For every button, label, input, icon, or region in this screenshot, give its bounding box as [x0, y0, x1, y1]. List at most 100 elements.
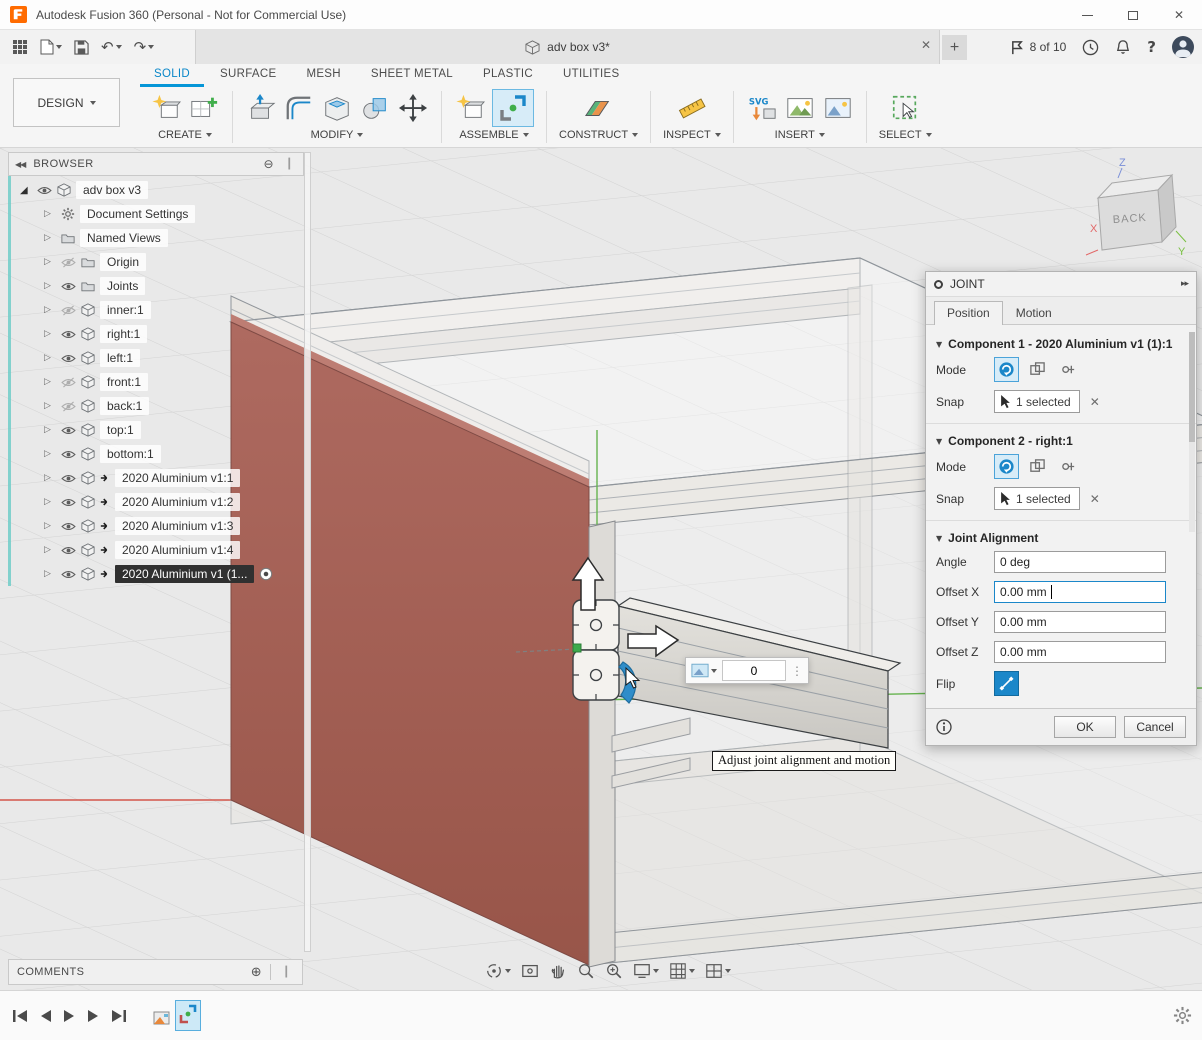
zoom-tool[interactable]	[575, 960, 597, 982]
visibility-on-icon[interactable]	[61, 497, 76, 508]
visibility-on-icon[interactable]	[61, 545, 76, 556]
document-tab[interactable]: adv box v3* ✕	[195, 30, 940, 64]
browser-item-top-1[interactable]: ▷ top:1	[8, 418, 304, 442]
app-grid-icon[interactable]	[8, 36, 32, 58]
component1-section[interactable]: ▼ Component 1 - 2020 Aluminium v1 (1):1	[926, 331, 1196, 353]
mode-simple-button[interactable]	[994, 357, 1019, 382]
new-component-button[interactable]	[150, 92, 182, 124]
joint-offset-inline-input[interactable]	[722, 660, 786, 681]
mode-snap-button[interactable]	[1056, 357, 1081, 382]
browser-item-label[interactable]: Document Settings	[80, 205, 195, 223]
browser-item-label[interactable]: right:1	[100, 325, 147, 343]
twisty-icon[interactable]: ▷	[44, 569, 56, 579]
select-menu[interactable]: SELECT	[879, 129, 932, 141]
twisty-icon[interactable]: ▷	[44, 209, 56, 219]
browser-item-label[interactable]: Joints	[100, 277, 145, 295]
dialog-expand-icon[interactable]: ▸▸	[1181, 279, 1188, 289]
assemble-new-component-button[interactable]	[454, 92, 486, 124]
select-button[interactable]	[889, 92, 921, 124]
visibility-on-icon[interactable]	[61, 281, 76, 292]
ok-button[interactable]: OK	[1054, 716, 1116, 738]
twisty-icon[interactable]: ▷	[44, 521, 56, 531]
close-button[interactable]: ✕	[1156, 0, 1202, 30]
browser-item-label[interactable]: Origin	[100, 253, 146, 271]
section-collapse-icon[interactable]: ▼	[936, 437, 942, 446]
browser-item-named-views[interactable]: ▷Named Views	[8, 226, 304, 250]
browser-item-back-1[interactable]: ▷ back:1	[8, 394, 304, 418]
browser-item-label[interactable]: 2020 Aluminium v1:1	[115, 469, 240, 487]
joint-button[interactable]	[492, 89, 534, 127]
joint-dialog-header[interactable]: JOINT ▸▸	[926, 272, 1196, 297]
beam-profile-end[interactable]	[573, 600, 619, 650]
browser-scrollbar[interactable]	[304, 152, 311, 952]
timeline-settings-gear-icon[interactable]	[1173, 1006, 1192, 1025]
browser-item-adv-box-v3[interactable]: ◢ adv box v3	[8, 178, 304, 202]
move-copy-button[interactable]	[397, 92, 429, 124]
inspect-menu[interactable]: INSPECT	[663, 129, 721, 141]
ribbon-tab-surface[interactable]: SURFACE	[206, 66, 290, 87]
visibility-off-icon[interactable]	[61, 305, 76, 316]
mode-snap-button[interactable]	[1056, 454, 1081, 479]
browser-header[interactable]: ◀◀ BROWSER ⊖ ▕▏	[8, 152, 304, 176]
go-to-start-button[interactable]	[12, 1009, 28, 1023]
shell-button[interactable]	[321, 92, 353, 124]
twisty-icon[interactable]: ▷	[44, 473, 56, 483]
canvas-button[interactable]	[822, 92, 854, 124]
visibility-on-icon[interactable]	[61, 521, 76, 532]
decal-button[interactable]	[784, 92, 816, 124]
mode-between-two-faces-button[interactable]	[1025, 454, 1050, 479]
browser-grip[interactable]: ▕▏	[282, 159, 297, 170]
angle-input[interactable]	[994, 551, 1166, 573]
visibility-on-icon[interactable]	[61, 569, 76, 580]
design-workspace-button[interactable]: DESIGN	[13, 78, 120, 127]
browser-item-label[interactable]: Named Views	[80, 229, 168, 247]
visibility-on-icon[interactable]	[61, 449, 76, 460]
offset-y-input[interactable]	[994, 611, 1166, 633]
redo-button[interactable]: ↷	[130, 35, 159, 59]
component2-snap-selection[interactable]: 1 selected	[994, 487, 1080, 510]
joint-type-dropdown[interactable]	[689, 663, 719, 678]
browser-item-label[interactable]: back:1	[100, 397, 149, 415]
visibility-on-icon[interactable]	[61, 473, 76, 484]
visibility-on-icon[interactable]	[61, 425, 76, 436]
browser-item-bottom-1[interactable]: ▷ bottom:1	[8, 442, 304, 466]
joint-alignment-section[interactable]: ▼ Joint Alignment	[926, 520, 1196, 547]
mode-between-two-faces-button[interactable]	[1025, 357, 1050, 382]
browser-item-label[interactable]: 2020 Aluminium v1:4	[115, 541, 240, 559]
offset-z-input[interactable]	[994, 641, 1166, 663]
insert-svg-button[interactable]: SVG	[746, 92, 778, 124]
mode-simple-button[interactable]	[994, 454, 1019, 479]
create-sketch-button[interactable]	[188, 92, 220, 124]
browser-item-label[interactable]: bottom:1	[100, 445, 161, 463]
go-to-end-button[interactable]	[111, 1009, 127, 1023]
timeline-feature-joint-selected[interactable]	[175, 1000, 201, 1031]
comments-grip[interactable]: ▕▏	[279, 967, 294, 978]
browser-item-document-settings[interactable]: ▷ Document Settings	[8, 202, 304, 226]
tab-position[interactable]: Position	[934, 301, 1003, 325]
view-cube[interactable]: BACK X Y Z	[1078, 156, 1196, 264]
tab-motion[interactable]: Motion	[1003, 301, 1065, 324]
browser-item-2020-aluminium-v1-1[interactable]: ▷ 2020 Aluminium v1:1	[8, 466, 304, 490]
twisty-icon[interactable]: ▷	[44, 545, 56, 555]
browser-item-inner-1[interactable]: ▷ inner:1	[8, 298, 304, 322]
browser-item-origin[interactable]: ▷ Origin	[8, 250, 304, 274]
job-status[interactable]: 8 of 10	[1010, 40, 1067, 55]
display-settings[interactable]	[631, 960, 661, 982]
modify-menu[interactable]: MODIFY	[311, 129, 364, 141]
undo-button[interactable]: ↶	[97, 35, 126, 59]
browser-item-label[interactable]: inner:1	[100, 301, 151, 319]
dialog-scrollbar[interactable]	[1189, 332, 1195, 532]
assemble-menu[interactable]: ASSEMBLE	[459, 129, 528, 141]
construct-plane-button[interactable]	[582, 92, 616, 124]
browser-item-label[interactable]: 2020 Aluminium v1:2	[115, 493, 240, 511]
grid-settings[interactable]	[667, 960, 697, 982]
clear-selection-icon[interactable]: ✕	[1090, 395, 1100, 409]
minimize-button[interactable]	[1064, 0, 1110, 30]
look-at-tool[interactable]	[519, 960, 541, 982]
visibility-on-icon[interactable]	[61, 329, 76, 340]
user-avatar[interactable]	[1172, 36, 1194, 58]
file-menu-button[interactable]	[36, 36, 66, 58]
browser-item-2020-aluminium-v1-2[interactable]: ▷ 2020 Aluminium v1:2	[8, 490, 304, 514]
add-comment-icon[interactable]: ⊕	[251, 965, 262, 980]
press-pull-button[interactable]	[245, 92, 277, 124]
